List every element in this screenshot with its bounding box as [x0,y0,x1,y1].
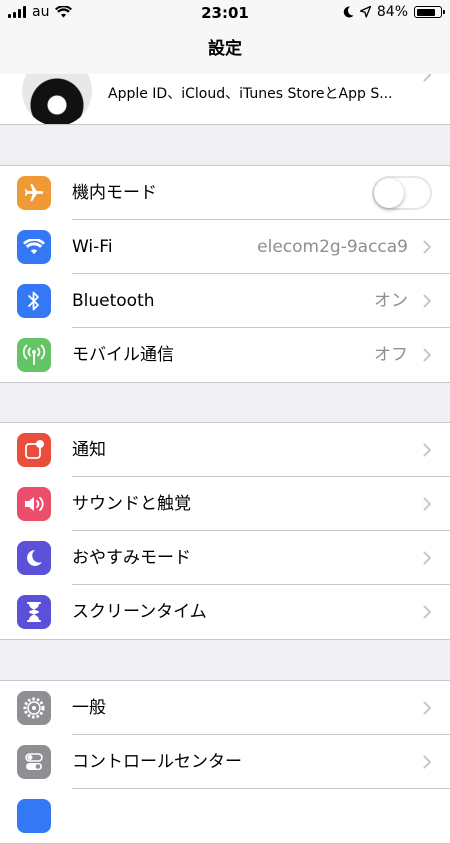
airplane-mode-toggle[interactable] [372,176,432,210]
setting-label: サウンドと触覚 [72,494,191,514]
setting-label: 機内モード [72,183,157,203]
display-icon [17,799,51,833]
settings-row-screen-time[interactable]: スクリーンタイム [0,585,450,639]
settings-row-general[interactable]: 一般 [0,681,450,735]
status-bar: au 23:01 84% [0,0,450,26]
settings-row-do-not-disturb[interactable]: おやすみモード [0,531,450,585]
setting-label: コントロールセンター [72,752,242,772]
toggle-knob [374,178,404,208]
wifi-network-value: elecom2g-9acca9 [257,237,408,257]
gear-icon [17,691,51,725]
apple-id-subtitle: Apple ID、iCloud、iTunes StoreとApp S... [108,86,393,102]
bluetooth-icon [17,284,51,318]
battery-percent: 84% [376,4,408,20]
chevron-right-icon [423,294,431,308]
settings-row-bluetooth[interactable]: Bluetooth オン [0,274,450,328]
chevron-right-icon [423,443,431,457]
setting-label: Wi-Fi [72,237,113,257]
notifications-group: 通知 サウンドと触覚 おやすみモード スクリーンタイム [0,422,450,640]
page-title: 設定 [208,39,242,59]
setting-label: モバイル通信 [72,345,174,365]
settings-row-wifi[interactable]: Wi-Fi elecom2g-9acca9 [0,220,450,274]
chevron-right-icon [423,551,431,565]
speaker-icon [17,487,51,521]
chevron-right-icon [423,348,431,362]
apple-id-row[interactable]: Apple ID、iCloud、iTunes StoreとApp S... [0,74,450,125]
setting-label: 一般 [72,698,106,718]
setting-label: Bluetooth [72,291,155,311]
setting-label: おやすみモード [72,548,191,568]
location-arrow-icon [359,6,371,18]
settings-row-notifications[interactable]: 通知 [0,423,450,477]
chevron-right-icon [423,755,431,769]
chevron-right-icon [423,74,431,82]
control-center-icon [17,745,51,779]
settings-row-control-center[interactable]: コントロールセンター [0,735,450,789]
settings-row-sounds[interactable]: サウンドと触覚 [0,477,450,531]
antenna-icon [17,338,51,372]
mobile-data-status-value: オフ [374,345,408,365]
chevron-right-icon [423,605,431,619]
nav-bar: 設定 [0,26,450,74]
setting-label: 通知 [72,440,106,460]
battery-icon [414,6,445,18]
chevron-right-icon [423,701,431,715]
airplane-icon [17,176,51,210]
bluetooth-status-value: オン [374,291,408,311]
moon-icon [17,541,51,575]
avatar [22,74,92,124]
settings-row-partial[interactable] [0,789,450,843]
notifications-icon [17,433,51,467]
chevron-right-icon [423,240,431,254]
hourglass-icon [17,595,51,629]
battery-level [416,8,435,16]
connectivity-group: 機内モード Wi-Fi elecom2g-9acca9 Bluetooth オン [0,165,450,383]
general-group: 一般 コントロールセンター [0,680,450,844]
moon-icon [343,6,354,18]
settings-row-airplane-mode[interactable]: 機内モード [0,166,450,220]
setting-label: スクリーンタイム [72,602,207,622]
status-right: 84% [343,4,445,20]
wifi-icon [17,230,51,264]
chevron-right-icon [423,497,431,511]
settings-row-mobile-data[interactable]: モバイル通信 オフ [0,328,450,382]
